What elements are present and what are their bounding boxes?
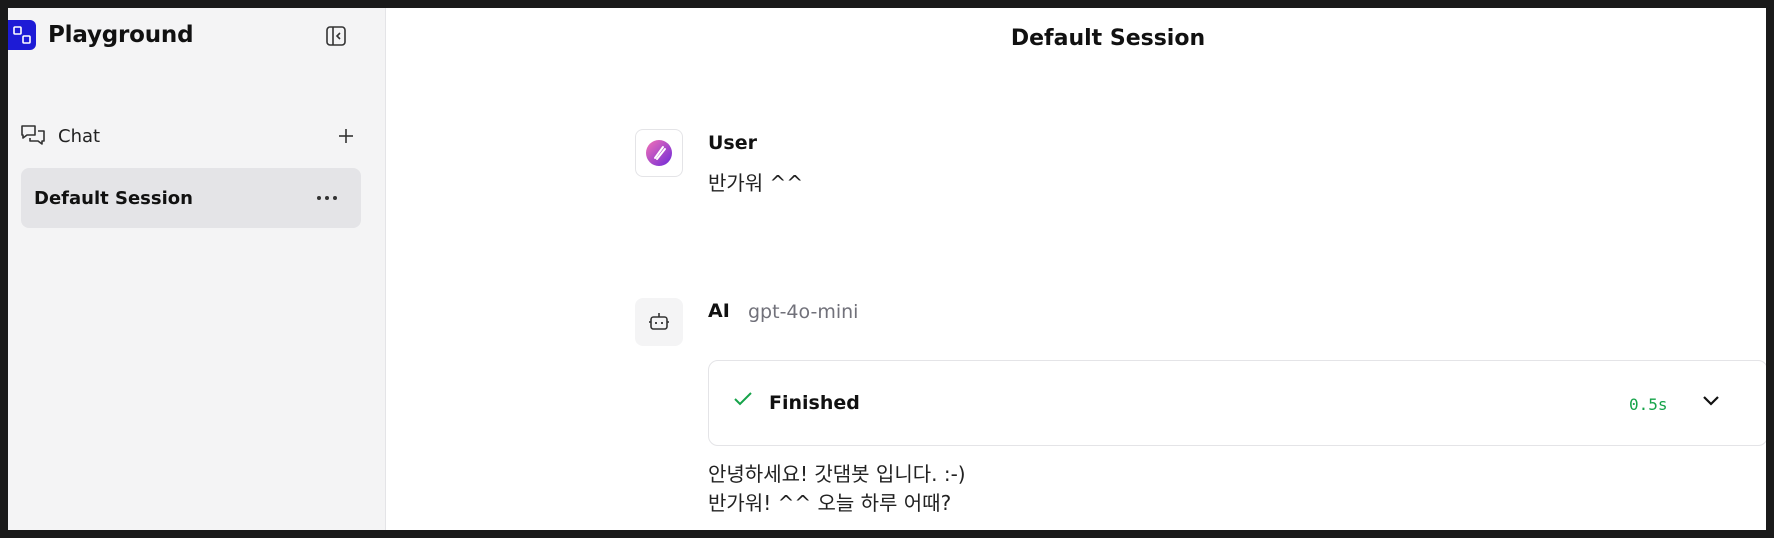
robot-icon xyxy=(649,313,669,330)
playground-logo-icon xyxy=(8,20,36,50)
app-title: Playground xyxy=(48,22,194,48)
sidebar-collapse-button[interactable] xyxy=(324,24,348,48)
page-title: Default Session xyxy=(1010,26,1206,51)
plus-icon xyxy=(339,129,353,143)
user-avatar xyxy=(635,129,683,177)
new-chat-button[interactable] xyxy=(334,124,358,148)
session-item-default[interactable]: Default Session xyxy=(21,168,361,228)
user-avatar-icon xyxy=(646,140,672,166)
ai-avatar xyxy=(635,298,683,346)
chat-bubbles-icon xyxy=(21,125,45,145)
message-text-line: 반가워! ^^ 오늘 하루 어때? xyxy=(708,491,952,515)
sidebar-item-label: Chat xyxy=(58,125,101,147)
sidebar-collapse-icon xyxy=(326,26,346,46)
sidebar: Playground Chat Default Session xyxy=(8,8,386,530)
model-name: gpt-4o-mini xyxy=(748,301,859,323)
step-status: Finished xyxy=(769,392,860,414)
chevron-down-icon[interactable] xyxy=(1701,391,1721,411)
check-icon xyxy=(734,392,752,406)
step-duration: 0.5s xyxy=(1629,395,1668,414)
session-more-button[interactable] xyxy=(315,186,339,210)
app-window: Playground Chat Default Session Default … xyxy=(8,8,1766,530)
brand: Playground xyxy=(8,20,194,50)
message-author: AI xyxy=(708,300,730,322)
message-text-line: 안녕하세요! 갓댐봇 입니다. :-) xyxy=(708,462,966,486)
message-text: 반가워 ^^ xyxy=(708,171,804,195)
step-status-card[interactable]: Finished 0.5s xyxy=(708,360,1766,446)
message-author: User xyxy=(708,132,757,154)
session-label: Default Session xyxy=(34,187,193,209)
more-horizontal-icon xyxy=(317,196,337,200)
sidebar-item-chat[interactable]: Chat xyxy=(20,118,368,154)
